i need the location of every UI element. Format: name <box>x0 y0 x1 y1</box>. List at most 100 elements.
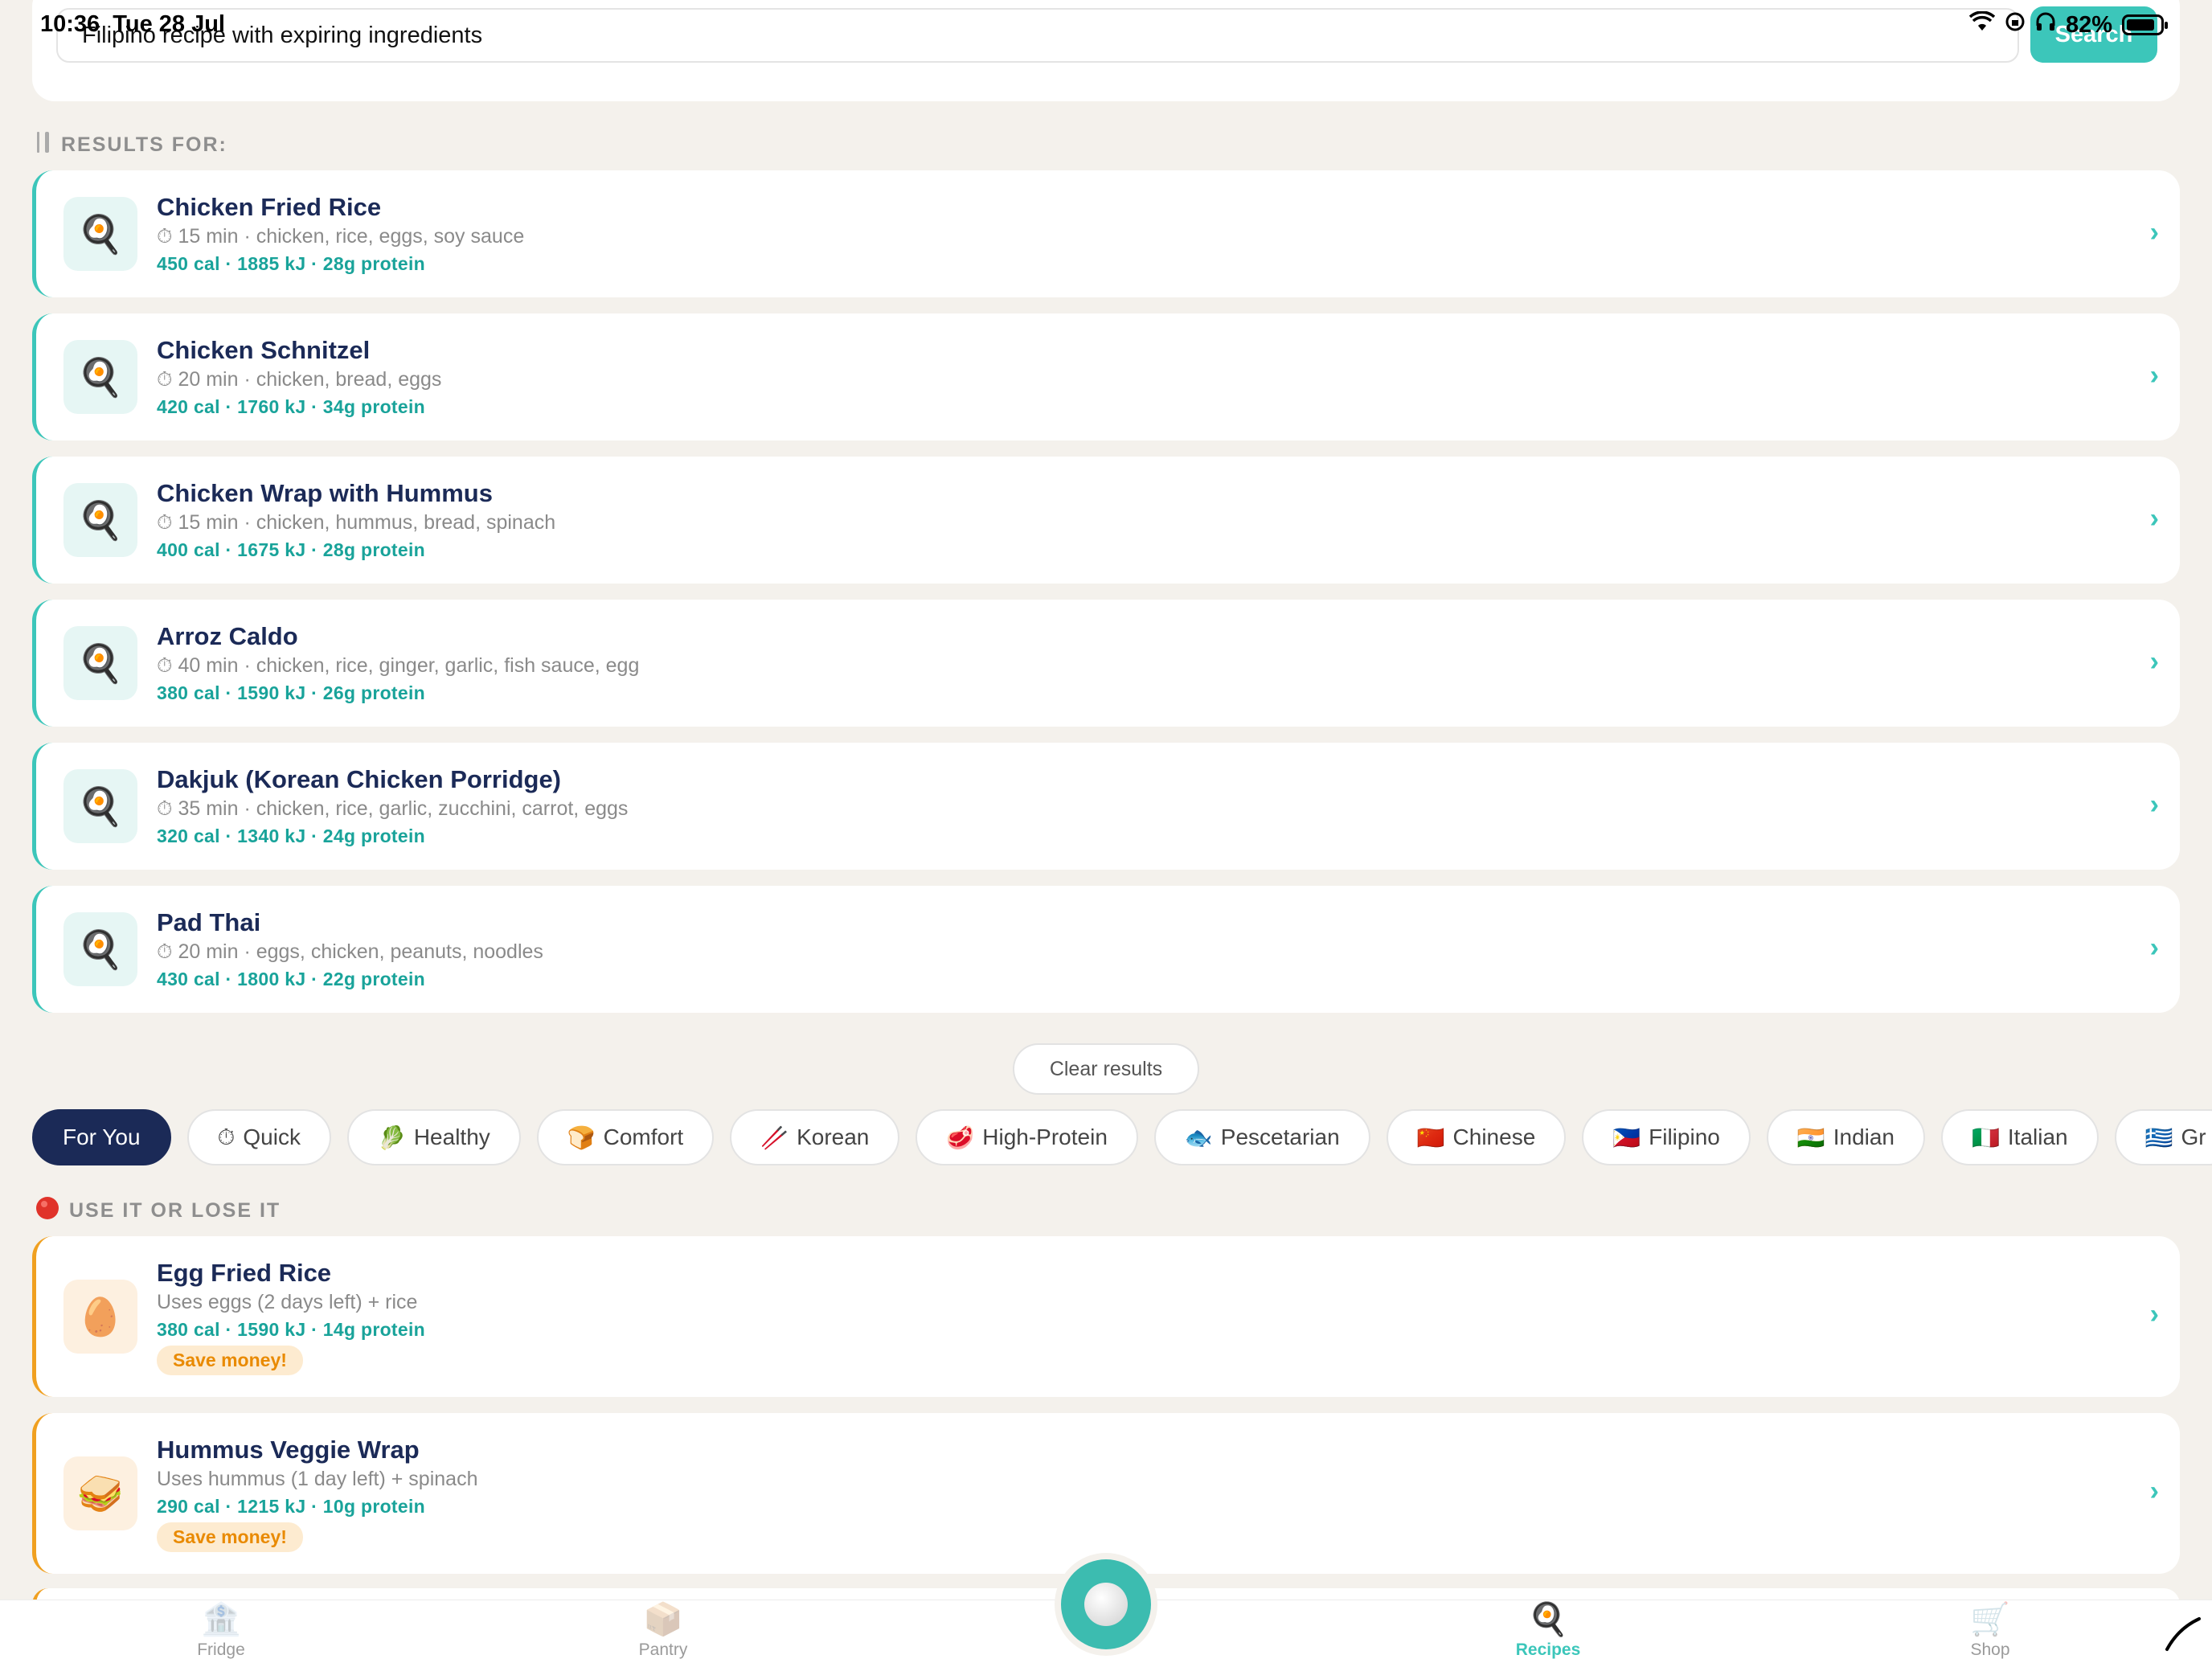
chip-healthy[interactable]: 🥬 Healthy <box>346 1109 521 1165</box>
battery-icon <box>2122 14 2168 35</box>
chip-quick[interactable]: ⏱ Quick <box>186 1109 331 1165</box>
tab-label: Pantry <box>638 1641 688 1659</box>
recipe-card-pad-thai[interactable]: 🍳 Pad Thai ⏱ 20 min · eggs, chicken, pea… <box>32 886 2180 1013</box>
save-money-badge: Save money! <box>157 1346 303 1375</box>
chevron-right-icon[interactable]: › <box>2150 217 2159 248</box>
tab-pantry[interactable]: 📦 Pantry <box>583 1600 743 1659</box>
italy-flag-icon: 🇮🇹 <box>1972 1124 2000 1150</box>
chip-label: Pescetarian <box>1220 1124 1340 1149</box>
clear-results-button[interactable]: Clear results <box>1013 1043 1199 1095</box>
recipe-title: Dakjuk (Korean Chicken Porridge) <box>157 765 562 793</box>
wifi-icon <box>1968 10 1996 39</box>
chevron-right-icon[interactable]: › <box>2150 789 2159 821</box>
frying-pan-icon: 🍳 <box>63 340 137 414</box>
chevron-right-icon[interactable]: › <box>2150 1299 2159 1330</box>
status-time: 10:36 Tue 28 Jul <box>40 11 225 38</box>
shopping-cart-icon: 🛒 <box>1970 1602 2010 1637</box>
chip-high-protein[interactable]: 🥩 High-Protein <box>916 1109 1138 1165</box>
red-circle-icon <box>35 1196 59 1226</box>
chip-for-you[interactable]: For You <box>32 1109 171 1165</box>
chevron-right-icon[interactable]: › <box>2150 646 2159 678</box>
timer-icon: ⏱ <box>157 225 173 248</box>
chip-korean[interactable]: 🥢 Korean <box>730 1109 900 1165</box>
fish-icon: 🐟 <box>1184 1124 1213 1150</box>
recipe-meta: ⏱ 15 min · chicken, hummus, bread, spina… <box>157 511 555 535</box>
tab-label: Shop <box>1970 1641 2010 1659</box>
timer-icon: ⏱ <box>157 368 173 391</box>
recipe-title: Arroz Caldo <box>157 622 298 650</box>
chip-label: For You <box>63 1124 141 1149</box>
sandwich-icon: 🥪 <box>63 1456 137 1530</box>
recipe-meta-text: 20 min · eggs, chicken, peanuts, noodles <box>178 940 543 963</box>
status-bar: 10:36 Tue 28 Jul 82% <box>0 0 2212 48</box>
chip-chinese[interactable]: 🇨🇳 Chinese <box>1386 1109 1567 1165</box>
recipe-meta: Uses hummus (1 day left) + spinach <box>157 1468 478 1490</box>
use-it-header: USE IT OR LOSE IT <box>35 1196 281 1226</box>
chip-label: Filipino <box>1649 1124 1720 1149</box>
chevron-right-icon[interactable]: › <box>2150 503 2159 535</box>
chopsticks-icon: 🥢 <box>760 1124 789 1150</box>
tab-fridge[interactable]: 🏦 Fridge <box>141 1600 301 1659</box>
use-it-card-egg-fried-rice[interactable]: 🥚 Egg Fried Rice Uses eggs (2 days left)… <box>32 1236 2180 1397</box>
stopwatch-icon: ⏱ <box>217 1124 236 1149</box>
floating-action-button[interactable] <box>1061 1559 1151 1649</box>
chip-greek[interactable]: 🇬🇷 Gr <box>2114 1109 2212 1165</box>
chevron-right-icon[interactable]: › <box>2150 1476 2159 1507</box>
frying-pan-icon: 🍳 <box>1528 1602 1568 1637</box>
recipe-meta-text: 35 min · chicken, rice, garlic, zucchini… <box>178 797 629 820</box>
use-it-header-label: USE IT OR LOSE IT <box>69 1199 281 1222</box>
utensils-icon <box>35 130 51 160</box>
save-money-badge: Save money! <box>157 1522 303 1552</box>
meat-icon: 🥩 <box>946 1124 975 1150</box>
timer-icon: ⏱ <box>157 511 173 534</box>
use-it-card-hummus-veggie-wrap[interactable]: 🥪 Hummus Veggie Wrap Uses hummus (1 day … <box>32 1413 2180 1574</box>
frying-pan-icon: 🍳 <box>63 626 137 700</box>
date-text: Tue 28 Jul <box>113 11 225 37</box>
timer-icon: ⏱ <box>157 797 173 820</box>
recipe-card-chicken-wrap-with-hummus[interactable]: 🍳 Chicken Wrap with Hummus ⏱ 15 min · ch… <box>32 457 2180 584</box>
chip-italian[interactable]: 🇮🇹 Italian <box>1941 1109 2099 1165</box>
recipe-title: Hummus Veggie Wrap <box>157 1436 420 1464</box>
tab-shop[interactable]: 🛒 Shop <box>1910 1600 2071 1659</box>
results-header: RESULTS FOR: <box>35 130 227 160</box>
recipe-nutrition: 450 cal · 1885 kJ · 28g protein <box>157 253 426 274</box>
recipe-card-chicken-fried-rice[interactable]: 🍳 Chicken Fried Rice ⏱ 15 min · chicken,… <box>32 170 2180 297</box>
tab-label: Fridge <box>197 1641 245 1659</box>
chip-filipino[interactable]: 🇵🇭 Filipino <box>1582 1109 1751 1165</box>
recipe-meta-text: 15 min · chicken, hummus, bread, spinach <box>178 511 556 534</box>
chip-indian[interactable]: 🇮🇳 Indian <box>1766 1109 1926 1165</box>
recipe-meta-text: 15 min · chicken, rice, eggs, soy sauce <box>178 225 525 248</box>
timer-icon: ⏱ <box>157 654 173 677</box>
recipe-meta: ⏱ 40 min · chicken, rice, ginger, garlic… <box>157 654 639 678</box>
frying-pan-icon: 🍳 <box>63 197 137 271</box>
china-flag-icon: 🇨🇳 <box>1416 1124 1445 1150</box>
chevron-right-icon[interactable]: › <box>2150 932 2159 964</box>
greece-flag-icon: 🇬🇷 <box>2144 1124 2173 1150</box>
chip-comfort[interactable]: 🍞 Comfort <box>536 1109 715 1165</box>
pencil-icon[interactable] <box>2162 1612 2204 1654</box>
frying-pan-icon: 🍳 <box>63 483 137 557</box>
frying-pan-icon: 🍳 <box>63 912 137 986</box>
recipe-meta-text: 40 min · chicken, rice, ginger, garlic, … <box>178 654 640 677</box>
recipe-nutrition: 420 cal · 1760 kJ · 34g protein <box>157 396 426 417</box>
timer-icon: ⏱ <box>157 940 173 963</box>
recipe-meta: ⏱ 35 min · chicken, rice, garlic, zucchi… <box>157 797 628 821</box>
chip-label: High-Protein <box>982 1124 1108 1149</box>
leafy-greens-icon: 🥬 <box>377 1124 406 1150</box>
recipe-title: Pad Thai <box>157 908 261 936</box>
recipe-card-chicken-schnitzel[interactable]: 🍳 Chicken Schnitzel ⏱ 20 min · chicken, … <box>32 313 2180 440</box>
recipe-meta: ⏱ 20 min · chicken, bread, eggs <box>157 368 441 391</box>
frying-pan-icon: 🍳 <box>63 769 137 843</box>
tab-recipes[interactable]: 🍳 Recipes <box>1468 1600 1628 1659</box>
india-flag-icon: 🇮🇳 <box>1796 1124 1825 1150</box>
chip-pescetarian[interactable]: 🐟 Pescetarian <box>1153 1109 1370 1165</box>
battery-percent: 82% <box>2065 11 2112 38</box>
recipe-meta: ⏱ 15 min · chicken, rice, eggs, soy sauc… <box>157 225 524 248</box>
recipe-title: Chicken Fried Rice <box>157 193 382 221</box>
recipe-title: Chicken Wrap with Hummus <box>157 479 493 507</box>
chevron-right-icon[interactable]: › <box>2150 360 2159 391</box>
recipe-card-arroz-caldo[interactable]: 🍳 Arroz Caldo ⏱ 40 min · chicken, rice, … <box>32 600 2180 727</box>
recipe-nutrition: 400 cal · 1675 kJ · 28g protein <box>157 539 426 560</box>
chip-label: Italian <box>2007 1124 2068 1149</box>
recipe-card-dakjuk[interactable]: 🍳 Dakjuk (Korean Chicken Porridge) ⏱ 35 … <box>32 743 2180 870</box>
